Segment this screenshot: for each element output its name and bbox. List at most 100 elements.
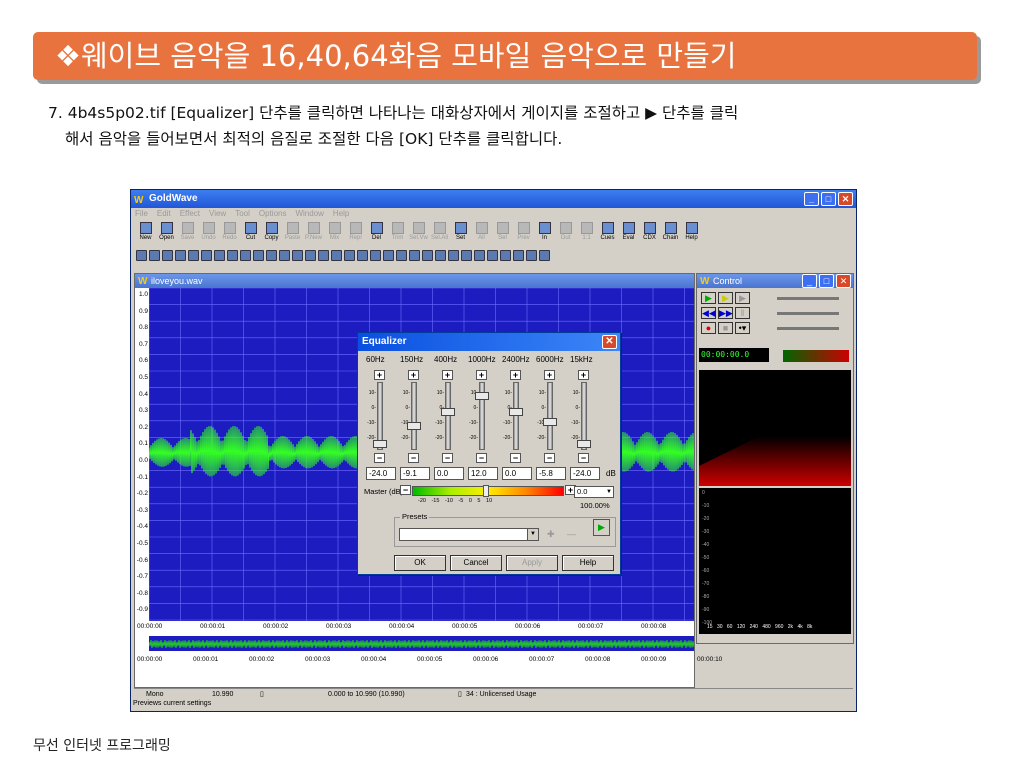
control-maximize-button[interactable]: □ [819,274,834,288]
band-track[interactable] [445,382,451,450]
record-options-icon[interactable]: •▾ [735,322,750,334]
effect-tool-icon[interactable] [149,250,160,261]
band-value-field[interactable]: 0.0 [502,467,532,480]
fast-forward-icon[interactable]: ▶▶ [718,307,733,319]
effect-tool-icon[interactable] [513,250,524,261]
effect-tool-icon[interactable] [396,250,407,261]
stop-icon[interactable]: ■ [718,322,733,334]
pause-icon[interactable]: ‖ [735,307,750,319]
band-thumb[interactable] [475,392,489,400]
toolbar-repl-button[interactable]: Repl [345,221,366,247]
effect-tool-icon[interactable] [422,250,433,261]
effect-tool-icon[interactable] [214,250,225,261]
master-slider[interactable] [412,485,564,497]
effect-tool-icon[interactable] [292,250,303,261]
app-titlebar[interactable]: W GoldWave _ □ ✕ [131,190,856,208]
effect-tool-icon[interactable] [344,250,355,261]
preview-play-button[interactable]: ▶ [593,519,610,536]
menu-item-options[interactable]: Options [259,209,287,218]
add-preset-icon[interactable]: ✚ [547,529,555,540]
toolbar-prev-button[interactable]: Prev [513,221,534,247]
band-value-field[interactable]: 12.0 [468,467,498,480]
effect-tool-icon[interactable] [357,250,368,261]
effect-tool-icon[interactable] [253,250,264,261]
menu-item-help[interactable]: Help [333,209,349,218]
band-minus-button[interactable]: − [442,453,453,463]
help-button[interactable]: Help [562,555,614,571]
toolbar-paste-button[interactable]: Paste [282,221,303,247]
presets-combo[interactable]: ▼ [399,528,539,541]
band-minus-button[interactable]: − [408,453,419,463]
band-slider[interactable]: +10-0--10--20-− [534,370,564,465]
effect-tool-icon[interactable] [448,250,459,261]
band-track[interactable] [513,382,519,450]
band-slider[interactable]: +10-0--10--20-− [364,370,394,465]
equalizer-close-button[interactable]: ✕ [602,335,617,349]
toolbar-cdx-button[interactable]: CDX [639,221,660,247]
close-button[interactable]: ✕ [838,192,853,206]
effect-tool-icon[interactable] [383,250,394,261]
effect-tool-icon[interactable] [461,250,472,261]
effect-tool-icon[interactable] [266,250,277,261]
overview-bar[interactable] [135,634,695,653]
effect-tool-icon[interactable] [487,250,498,261]
toolbar-in-button[interactable]: In [534,221,555,247]
band-slider[interactable]: +10-0--10--20-− [432,370,462,465]
toolbar-trim-button[interactable]: Trim [387,221,408,247]
ok-button[interactable]: OK [394,555,446,571]
band-plus-button[interactable]: + [476,370,487,380]
band-thumb[interactable] [509,408,523,416]
overview-plot[interactable] [148,636,695,651]
band-minus-button[interactable]: − [544,453,555,463]
menu-item-file[interactable]: File [135,209,148,218]
cancel-button[interactable]: Cancel [450,555,502,571]
play-custom-icon[interactable]: ▶ [735,292,750,304]
toolbar-11-button[interactable]: 1:1 [576,221,597,247]
toolbar-chain-button[interactable]: Chain [660,221,681,247]
band-minus-button[interactable]: − [476,453,487,463]
band-slider[interactable]: +10-0--10--20-− [466,370,496,465]
band-plus-button[interactable]: + [408,370,419,380]
record-icon[interactable]: ● [701,322,716,334]
menu-item-edit[interactable]: Edit [157,209,171,218]
effect-tool-icon[interactable] [227,250,238,261]
band-plus-button[interactable]: + [442,370,453,380]
volume-slider[interactable] [777,297,839,300]
effect-tool-icon[interactable] [162,250,173,261]
control-titlebar[interactable]: W Control _ □ ✕ [697,274,853,288]
minimize-button[interactable]: _ [804,192,819,206]
band-thumb[interactable] [373,440,387,448]
band-thumb[interactable] [441,408,455,416]
toolbar-redo-button[interactable]: Redo [219,221,240,247]
band-thumb[interactable] [543,418,557,426]
effect-tool-icon[interactable] [201,250,212,261]
toolbar-del-button[interactable]: Del [366,221,387,247]
menu-item-view[interactable]: View [209,209,226,218]
toolbar-eval-button[interactable]: Eval [618,221,639,247]
effect-tool-icon[interactable] [305,250,316,261]
toolbar-cues-button[interactable]: Cues [597,221,618,247]
speed-slider[interactable] [777,327,839,330]
band-plus-button[interactable]: + [578,370,589,380]
toolbar-undo-button[interactable]: Undo [198,221,219,247]
toolbar-cut-button[interactable]: Cut [240,221,261,247]
band-slider[interactable]: +10-0--10--20-− [500,370,530,465]
band-plus-button[interactable]: + [374,370,385,380]
effect-tool-icon[interactable] [188,250,199,261]
toolbar-new-button[interactable]: New [135,221,156,247]
toolbar-selall-button[interactable]: Sel.All [429,221,450,247]
effect-tool-icon[interactable] [409,250,420,261]
play-selection-icon[interactable]: ▶ [718,292,733,304]
effect-tool-icon[interactable] [331,250,342,261]
toolbar-set-button[interactable]: Set [450,221,471,247]
equalizer-titlebar[interactable]: Equalizer ✕ [358,333,620,351]
effect-tool-icon[interactable] [318,250,329,261]
effect-tool-icon[interactable] [435,250,446,261]
band-value-field[interactable]: -9.1 [400,467,430,480]
toolbar-sel-button[interactable]: Sel [492,221,513,247]
menu-item-tool[interactable]: Tool [235,209,250,218]
play-icon[interactable]: ▶ [701,292,716,304]
toolbar-selvw-button[interactable]: Sel.Vw [408,221,429,247]
control-minimize-button[interactable]: _ [802,274,817,288]
band-plus-button[interactable]: + [510,370,521,380]
